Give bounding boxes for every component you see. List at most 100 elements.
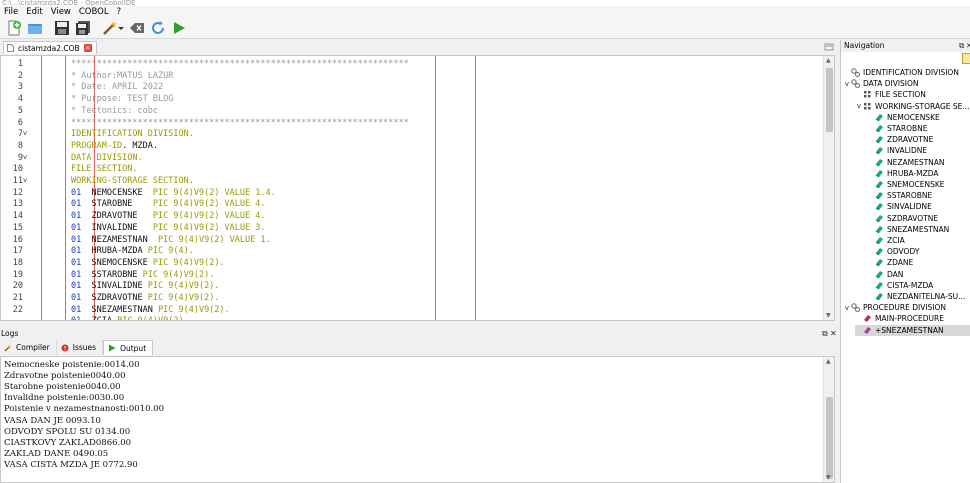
run-button[interactable] bbox=[170, 19, 188, 37]
line-number: 18 bbox=[12, 257, 23, 268]
nav-tree-item[interactable]: v PROCEDURE DIVISION bbox=[843, 302, 946, 313]
line-number: 8 bbox=[17, 140, 23, 151]
code-token-text: NEZAMESTNAN bbox=[81, 234, 159, 245]
menu-cobol[interactable]: COBOL bbox=[75, 6, 113, 18]
variable-icon bbox=[875, 225, 884, 234]
nav-tree-item[interactable]: ODVODY bbox=[867, 246, 919, 257]
nav-tree-item[interactable]: STAROBNE bbox=[867, 123, 928, 134]
close-panel-icon[interactable]: ✕ bbox=[966, 41, 970, 50]
code-token-level: 01 bbox=[71, 269, 82, 280]
output-console[interactable]: ▲ ▼ Nemocneske poistenie:0014.00 Zdravotn… bbox=[0, 356, 835, 483]
tab-issues[interactable]: Issues bbox=[57, 340, 104, 355]
nav-tree-item[interactable]: v DATA DIVISION bbox=[843, 78, 919, 89]
code-token-text: SZDRAVOTNE bbox=[81, 293, 148, 303]
variable-icon bbox=[875, 270, 884, 279]
code-line: 01 ZCIA PIC 9(4)V9(2) bbox=[71, 316, 184, 320]
nav-tree-item[interactable]: CISTA-MZDA bbox=[867, 280, 933, 291]
refresh-icon bbox=[152, 21, 164, 34]
lock-icon[interactable] bbox=[962, 53, 970, 64]
section-icon bbox=[863, 90, 872, 99]
nav-tree-item-label: FILE SECTION bbox=[875, 90, 926, 100]
close-panel-icon[interactable]: ✕ bbox=[830, 329, 837, 338]
nav-tree-item[interactable]: SNEZAMESTNAN bbox=[867, 224, 949, 235]
save-all-button[interactable] bbox=[74, 19, 92, 37]
editor-tab-label: cistamzda2.COB bbox=[18, 43, 80, 53]
scrollbar-thumb[interactable] bbox=[826, 397, 833, 479]
expand-toggle-icon[interactable]: v bbox=[843, 304, 851, 312]
editor-tab[interactable]: cistamzda2.COB × bbox=[3, 41, 97, 54]
nav-tree-item[interactable]: ZCIA bbox=[867, 235, 905, 246]
code-token-comment: * Date: APRIL 2022 bbox=[71, 82, 164, 93]
code-token-level: 01 bbox=[71, 316, 81, 320]
nav-tree-item[interactable]: v WORKING-STORAGE SE... bbox=[855, 101, 970, 112]
nav-tree-item[interactable]: FILE SECTION bbox=[855, 89, 926, 100]
output-line: VASA CISTA MZDA JE 0772.90 bbox=[4, 459, 138, 470]
code-area[interactable]: ****************************************… bbox=[31, 56, 823, 320]
output-scrollbar[interactable]: ▲ ▼ bbox=[823, 357, 834, 482]
line-number: 10 bbox=[12, 164, 23, 175]
run-icon bbox=[109, 344, 116, 352]
logs-title: Logs bbox=[1, 329, 19, 338]
compile-icon bbox=[103, 22, 124, 35]
float-panel-icon[interactable]: ⧉ bbox=[822, 329, 828, 339]
expand-toggle-icon[interactable]: v bbox=[855, 102, 863, 110]
scroll-up-icon[interactable]: ▲ bbox=[826, 57, 831, 64]
clean-button[interactable] bbox=[128, 19, 146, 37]
nav-tree-item[interactable]: SZDRAVOTNE bbox=[867, 213, 938, 224]
code-token-text: ZCIA bbox=[81, 316, 117, 320]
new-file-icon bbox=[8, 20, 21, 36]
nav-tree-item[interactable]: ZDRAVOTNE bbox=[867, 134, 933, 145]
code-token-text: INVALIDNE bbox=[81, 222, 153, 233]
tab-output[interactable]: Output bbox=[103, 340, 154, 355]
code-token-keyword: FILE SECTION. bbox=[71, 164, 138, 175]
refresh-button[interactable] bbox=[149, 19, 167, 37]
nav-tree-item[interactable]: SSTAROBNE bbox=[867, 190, 932, 201]
menu-edit[interactable]: Edit bbox=[22, 6, 46, 18]
line-number: 17 bbox=[12, 246, 23, 257]
nav-tree-item[interactable]: HRUBA-MZDA bbox=[867, 168, 939, 179]
code-line: ****************************************… bbox=[71, 59, 409, 69]
code-token-level: 01 bbox=[71, 246, 82, 257]
output-line: Starobne poistenie0040.00 bbox=[4, 382, 121, 393]
open-file-icon bbox=[28, 24, 42, 34]
code-token-level: 01 bbox=[71, 281, 82, 292]
open-file-button[interactable] bbox=[26, 19, 44, 37]
nav-tree-item[interactable]: DAN bbox=[867, 269, 903, 280]
save-button[interactable] bbox=[53, 19, 71, 37]
fold-toggle-icon[interactable]: v bbox=[23, 176, 27, 184]
nav-tree-item[interactable]: IDENTIFICATION DIVISION bbox=[843, 67, 959, 78]
close-tab-icon[interactable]: × bbox=[83, 44, 92, 52]
new-file-button[interactable] bbox=[5, 19, 23, 37]
editor-scrollbar[interactable]: ▲ ▼ bbox=[823, 56, 834, 320]
nav-tree-item[interactable]: NEMOCENSKE bbox=[867, 112, 940, 123]
panel-options-icon[interactable] bbox=[824, 42, 834, 52]
scroll-down-icon[interactable]: ▼ bbox=[826, 474, 831, 481]
nav-tree-item[interactable]: INVALIDNE bbox=[867, 145, 927, 156]
nav-tree-item-label: INVALIDNE bbox=[887, 146, 928, 156]
code-editor[interactable]: 1 2 3 4 5 6 7 v 8 9 v 10 11 v 12 13 14 15 16 17 18 19 20 21 22 *… bbox=[0, 55, 835, 321]
nav-tree-item-label: CISTA-MZDA bbox=[887, 280, 934, 290]
nav-tree-item[interactable]: MAIN-PROCEDURE bbox=[855, 313, 944, 324]
nav-tree-item[interactable]: ZDANE bbox=[867, 257, 913, 268]
menu-help[interactable]: ? bbox=[113, 6, 126, 18]
expand-toggle-icon[interactable]: v bbox=[843, 80, 851, 88]
code-token-keyword: WORKING-STORAGE SECTION. bbox=[71, 176, 194, 186]
code-token-type: PIC 9(4)V9(2). bbox=[147, 281, 220, 292]
menu-file[interactable]: File bbox=[0, 6, 22, 18]
scroll-up-icon[interactable]: ▲ bbox=[826, 358, 831, 365]
compile-button[interactable] bbox=[101, 19, 125, 37]
nav-tree-item[interactable]: +SNEZAMESTNAN bbox=[855, 324, 970, 336]
float-panel-icon[interactable]: ⧉ bbox=[959, 41, 964, 51]
nav-tree-item[interactable]: NEZDANITELNA-SU... bbox=[867, 291, 965, 302]
fold-toggle-icon[interactable]: v bbox=[23, 153, 27, 161]
tab-compiler[interactable]: Compiler bbox=[0, 340, 57, 355]
fold-toggle-icon[interactable]: v bbox=[23, 129, 27, 137]
nav-tree-item[interactable]: SNEMOCENSKE bbox=[867, 179, 945, 190]
nav-tree-item[interactable]: NEZAMESTNAN bbox=[867, 157, 945, 168]
code-token-text: SNEMOCENSKE bbox=[81, 257, 153, 268]
scroll-down-icon[interactable]: ▼ bbox=[826, 312, 831, 319]
nav-tree-item-label: NEZAMESTNAN bbox=[887, 157, 945, 167]
menu-view[interactable]: View bbox=[47, 6, 75, 18]
scrollbar-thumb[interactable] bbox=[826, 68, 833, 132]
nav-tree-item[interactable]: SINVALIDNE bbox=[867, 201, 932, 212]
